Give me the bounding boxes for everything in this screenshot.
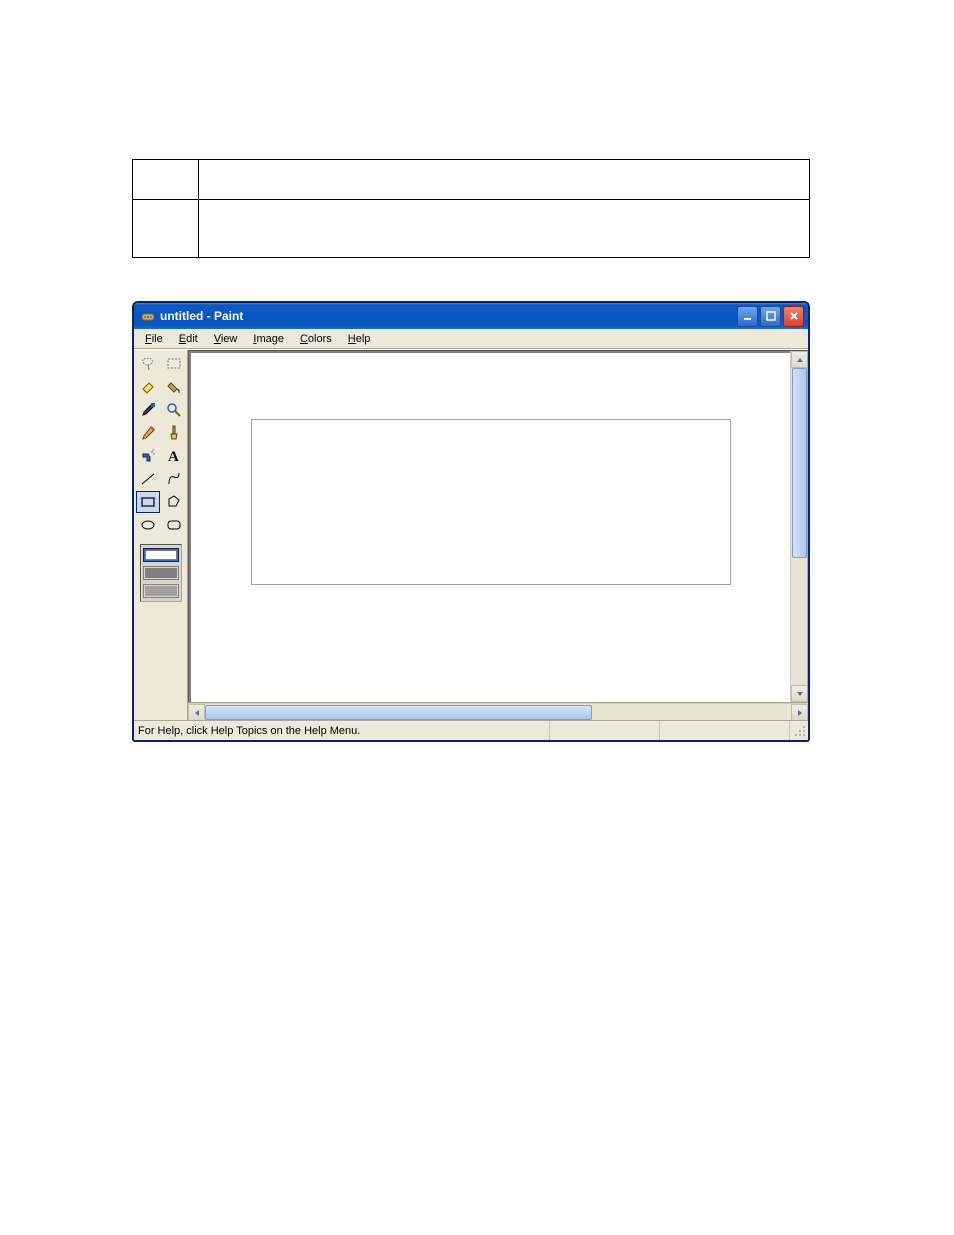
- titlebar[interactable]: untitled - Paint: [134, 303, 808, 329]
- menu-help[interactable]: Help: [341, 332, 378, 346]
- paint-window: untitled - Paint File Edit View Image Co…: [132, 301, 810, 742]
- status-coords-pane: [550, 721, 660, 740]
- window-title: untitled - Paint: [160, 309, 243, 323]
- fill-option-solid[interactable]: [143, 584, 179, 598]
- menu-view[interactable]: View: [207, 332, 245, 346]
- tool-line[interactable]: [136, 468, 160, 490]
- table-cell: [133, 160, 199, 200]
- tool-polygon[interactable]: [162, 491, 186, 513]
- scroll-up-button[interactable]: [791, 351, 808, 368]
- fill-option-outline[interactable]: [143, 548, 179, 562]
- vertical-scrollbar[interactable]: [790, 351, 807, 702]
- tool-pick-color[interactable]: [136, 399, 160, 421]
- menu-edit[interactable]: Edit: [172, 332, 205, 346]
- vertical-scroll-track[interactable]: [791, 368, 807, 685]
- menu-image[interactable]: Image: [246, 332, 291, 346]
- menubar: File Edit View Image Colors Help: [134, 329, 808, 349]
- status-help-text: For Help, click Help Topics on the Help …: [138, 725, 360, 737]
- tool-brush[interactable]: [162, 422, 186, 444]
- toolbox: A: [134, 350, 188, 720]
- horizontal-scroll-thumb[interactable]: [205, 705, 592, 720]
- tool-select[interactable]: [162, 353, 186, 375]
- table-cell: [199, 160, 810, 200]
- tool-text[interactable]: A: [162, 445, 186, 467]
- status-size-pane: [660, 721, 790, 740]
- close-button[interactable]: [783, 306, 804, 327]
- horizontal-scroll-track[interactable]: [205, 704, 791, 720]
- menu-colors[interactable]: Colors: [293, 332, 339, 346]
- minimize-button[interactable]: [737, 306, 758, 327]
- tool-options: [140, 544, 182, 602]
- canvas[interactable]: [191, 353, 790, 702]
- table-cell: [133, 200, 199, 258]
- status-help-pane: For Help, click Help Topics on the Help …: [134, 721, 550, 740]
- resize-grip-icon[interactable]: [790, 723, 808, 739]
- scroll-left-button[interactable]: [188, 704, 205, 721]
- drawn-rectangle: [251, 419, 731, 585]
- tool-airbrush[interactable]: [136, 445, 160, 467]
- paint-app-icon: [140, 308, 156, 324]
- tool-eraser[interactable]: [136, 376, 160, 398]
- fill-option-outline-fill[interactable]: [143, 566, 179, 580]
- tool-ellipse[interactable]: [136, 514, 160, 536]
- document-table: [132, 159, 810, 258]
- scroll-down-button[interactable]: [791, 685, 808, 702]
- svg-text:A: A: [168, 449, 179, 464]
- tool-pencil[interactable]: [136, 422, 160, 444]
- menu-file[interactable]: File: [138, 332, 170, 346]
- tool-fill[interactable]: [162, 376, 186, 398]
- tool-rounded-rectangle[interactable]: [162, 514, 186, 536]
- tool-magnifier[interactable]: [162, 399, 186, 421]
- maximize-button[interactable]: [760, 306, 781, 327]
- tool-curve[interactable]: [162, 468, 186, 490]
- horizontal-scrollbar[interactable]: [188, 703, 808, 720]
- statusbar: For Help, click Help Topics on the Help …: [134, 720, 808, 740]
- scroll-right-button[interactable]: [791, 704, 808, 721]
- vertical-scroll-thumb[interactable]: [792, 368, 807, 558]
- table-cell: [199, 200, 810, 258]
- tool-rectangle[interactable]: [136, 491, 160, 513]
- tool-free-form-select[interactable]: [136, 353, 160, 375]
